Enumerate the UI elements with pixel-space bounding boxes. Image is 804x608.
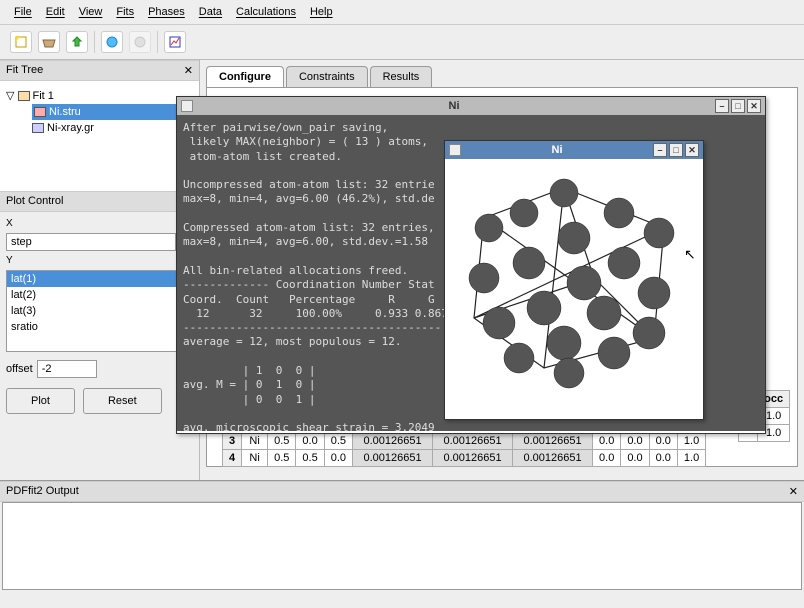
viewer-titlebar[interactable]: Ni – □ ✕ [445, 141, 703, 159]
y-label: Y [6, 255, 193, 266]
menu-file[interactable]: File [8, 4, 38, 20]
close-button[interactable]: ✕ [747, 99, 761, 113]
minimize-button[interactable]: – [715, 99, 729, 113]
output-textarea[interactable] [2, 502, 802, 590]
fit-tree-header: Fit Tree ✕ [0, 60, 199, 81]
console-title: Ni [449, 100, 460, 112]
left-column: Fit Tree ✕ ▽ Fit 1 Ni.stru Ni-xray.gr Pl… [0, 60, 200, 480]
new-button[interactable] [10, 31, 32, 53]
table-row[interactable]: 4 Ni 0.5 0.5 0.0 0.00126651 0.00126651 0… [223, 450, 706, 467]
open-button[interactable] [38, 31, 60, 53]
fit-tree[interactable]: ▽ Fit 1 Ni.stru Ni-xray.gr [0, 81, 199, 191]
plot-window-button[interactable] [164, 31, 186, 53]
offset-field[interactable] [37, 360, 97, 378]
maximize-button[interactable]: □ [669, 143, 683, 157]
atoms-table-fragment: 3 Ni 0.5 0.0 0.5 0.00126651 0.00126651 0… [222, 432, 706, 467]
reset-button[interactable]: Reset [83, 388, 162, 414]
viewer-window[interactable]: Ni – □ ✕ [444, 140, 704, 420]
run-button[interactable] [101, 31, 123, 53]
menu-view[interactable]: View [73, 4, 109, 20]
window-icon [181, 100, 193, 112]
window-icon [449, 144, 461, 156]
y-item[interactable]: lat(3) [7, 303, 192, 319]
plot-control: X Y lat(1) lat(2) lat(3) sratio offset P… [0, 212, 199, 420]
tab-results[interactable]: Results [370, 66, 433, 87]
output-panel: PDFfit2 Output ✕ [0, 480, 804, 590]
stop-button[interactable] [129, 31, 151, 53]
tree-item-stru[interactable]: Ni.stru [32, 104, 193, 120]
y-item[interactable]: lat(2) [7, 287, 192, 303]
x-field[interactable] [6, 233, 176, 251]
fit-tree-close-icon[interactable]: ✕ [184, 64, 193, 77]
y-list[interactable]: lat(1) lat(2) lat(3) sratio [6, 270, 193, 352]
save-button[interactable] [66, 31, 88, 53]
menu-data[interactable]: Data [193, 4, 228, 20]
tab-bar: Configure Constraints Results [206, 66, 798, 87]
output-header: PDFfit2 Output ✕ [0, 481, 804, 502]
minimize-button[interactable]: – [653, 143, 667, 157]
x-label: X [6, 218, 193, 229]
table-row[interactable]: 3 Ni 0.5 0.0 0.5 0.00126651 0.00126651 0… [223, 433, 706, 450]
tree-item-gr[interactable]: Ni-xray.gr [32, 120, 193, 136]
toolbar [0, 25, 804, 60]
tab-constraints[interactable]: Constraints [286, 66, 368, 87]
menu-fits[interactable]: Fits [110, 4, 140, 20]
y-item[interactable]: sratio [7, 319, 192, 335]
menu-calculations[interactable]: Calculations [230, 4, 302, 20]
console-titlebar[interactable]: Ni – □ ✕ [177, 97, 765, 115]
menu-edit[interactable]: Edit [40, 4, 71, 20]
maximize-button[interactable]: □ [731, 99, 745, 113]
plot-button[interactable]: Plot [6, 388, 75, 414]
output-close-icon[interactable]: ✕ [789, 485, 798, 498]
tree-root[interactable]: ▽ Fit 1 [6, 87, 193, 104]
menu-help[interactable]: Help [304, 4, 339, 20]
y-item[interactable]: lat(1) [7, 271, 192, 287]
close-button[interactable]: ✕ [685, 143, 699, 157]
offset-label: offset [6, 363, 33, 375]
tab-configure[interactable]: Configure [206, 66, 284, 87]
plot-control-header: Plot Control ✕ [0, 191, 199, 212]
viewer-title: Ni [552, 144, 563, 156]
menu-phases[interactable]: Phases [142, 4, 191, 20]
viewer-canvas[interactable] [445, 159, 703, 417]
menu-bar: File Edit View Fits Phases Data Calculat… [0, 0, 804, 25]
